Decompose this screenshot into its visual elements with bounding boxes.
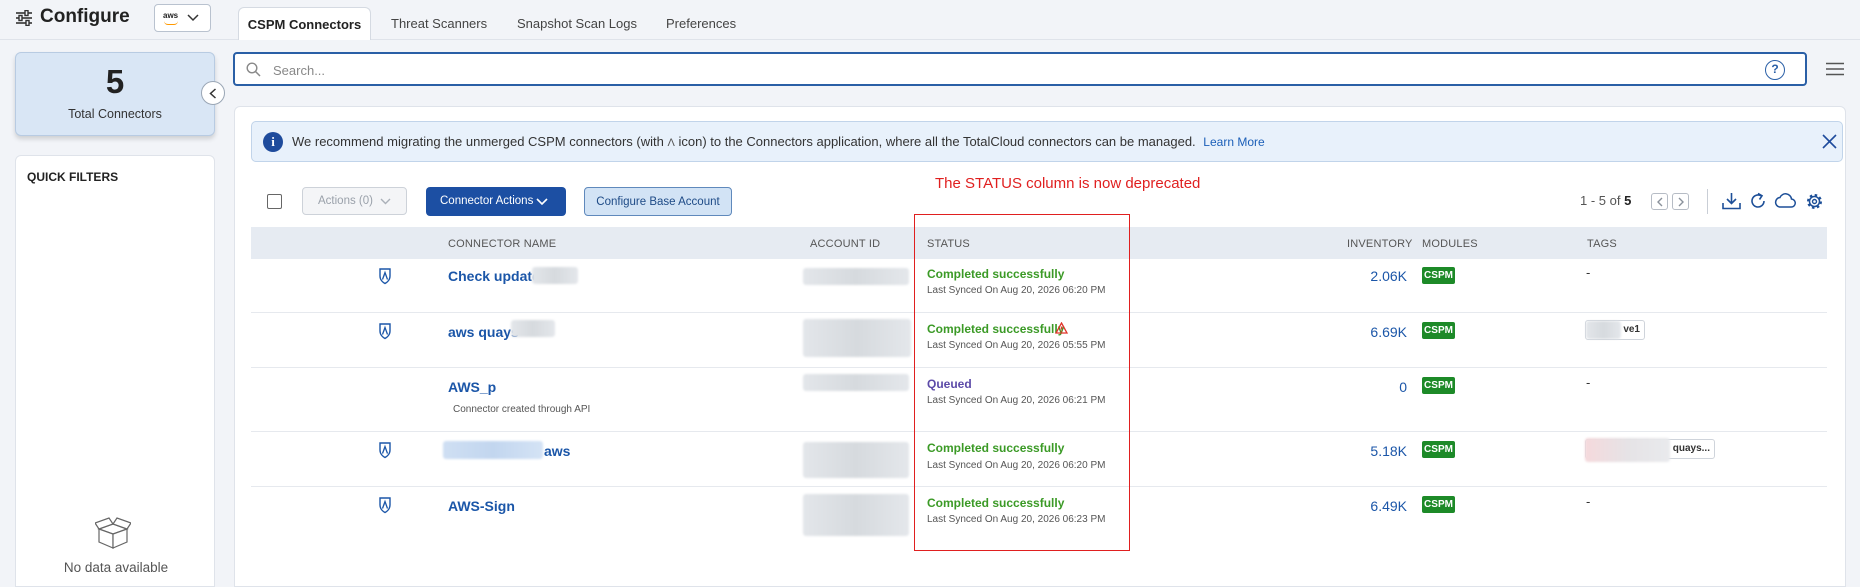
total-connectors-card[interactable]: 5 Total Connectors [15, 52, 215, 136]
column-header-name[interactable]: CONNECTOR NAME [448, 238, 556, 250]
learn-more-link[interactable]: Learn More [1203, 135, 1264, 149]
cloud-provider-select[interactable]: aws [154, 4, 211, 32]
top-bar: Configure aws CSPM Connectors Threat Sca… [0, 0, 1860, 40]
chevron-down-icon [536, 198, 548, 205]
search-bar[interactable]: ? [233, 52, 1807, 86]
redacted-name [443, 441, 543, 459]
actions-button[interactable]: Actions (0) [302, 187, 407, 215]
no-data-message: No data available [63, 560, 169, 575]
deprecation-annotation: The STATUS column is now deprecated [935, 175, 1201, 192]
configure-base-account-button[interactable]: Configure Base Account [584, 187, 732, 216]
column-header-modules[interactable]: MODULES [1422, 238, 1478, 250]
help-icon[interactable]: ? [1765, 60, 1785, 80]
tab-cspm-connectors[interactable]: CSPM Connectors [238, 7, 371, 40]
download-icon[interactable] [1722, 192, 1741, 210]
aws-logo-smile [164, 21, 178, 25]
shield-lambda-icon [379, 442, 391, 459]
next-page-button[interactable] [1672, 193, 1689, 210]
tab-preferences[interactable]: Preferences [666, 7, 736, 40]
redacted-account-id [803, 494, 909, 536]
banner-text-before: We recommend migrating the unmerged CSPM… [292, 134, 664, 149]
module-badge: CSPM [1422, 377, 1455, 394]
module-badge: CSPM [1422, 441, 1455, 458]
inventory-count-link[interactable]: 6.69K [1347, 324, 1407, 340]
aws-logo-icon: aws [163, 11, 179, 20]
tab-snapshot-scan-logs[interactable]: Snapshot Scan Logs [517, 7, 637, 40]
shield-lambda-icon [379, 497, 391, 514]
toolbar-divider [1707, 189, 1708, 214]
chevron-down-icon [380, 198, 391, 205]
connector-name-link[interactable]: AWS-Sign [448, 498, 515, 514]
status-column-highlight [914, 214, 1130, 551]
chevron-left-icon [1657, 197, 1663, 207]
connector-subtitle: Connector created through API [453, 404, 591, 415]
banner-text-after: icon) to the Connectors application, whe… [678, 134, 1196, 149]
pagination-range: 1 - 5 of [1580, 193, 1621, 208]
redacted-account-id [803, 268, 909, 285]
connector-name-link[interactable]: aws [544, 443, 570, 459]
chevron-down-icon [187, 14, 199, 22]
quick-filters-panel: QUICK FILTERS No data available [15, 155, 215, 587]
shield-lambda-icon [379, 268, 391, 285]
hamburger-menu-icon[interactable] [1826, 62, 1844, 76]
lambda-icon: Λ [667, 137, 675, 149]
actions-button-label: Actions (0) [318, 195, 373, 207]
connector-name-link[interactable]: AWS_p [448, 379, 496, 395]
tag-value: - [1586, 375, 1591, 390]
pagination-total: 5 [1624, 193, 1632, 208]
pagination-summary: 1 - 5 of 5 [1580, 193, 1631, 208]
search-icon [246, 62, 261, 77]
connector-name-link[interactable]: aws quays [448, 324, 519, 340]
inventory-count-link[interactable]: 6.49K [1347, 498, 1407, 514]
connector-actions-label: Connector Actions [440, 195, 534, 207]
chevron-left-icon [209, 88, 217, 99]
column-header-account-id[interactable]: ACCOUNT ID [810, 238, 880, 250]
chevron-right-icon [1678, 197, 1684, 207]
redacted-account-id [803, 374, 909, 391]
sliders-icon [16, 10, 32, 26]
banner-message: We recommend migrating the unmerged CSPM… [292, 134, 1265, 149]
total-connectors-label: Total Connectors [68, 107, 162, 121]
redacted-name [511, 320, 555, 337]
inventory-count-link[interactable]: 0 [1347, 379, 1407, 395]
redacted-account-id [803, 442, 909, 478]
shield-lambda-icon [379, 323, 391, 340]
previous-page-button[interactable] [1651, 193, 1668, 210]
refresh-icon[interactable] [1749, 192, 1767, 210]
search-input[interactable] [273, 60, 1673, 80]
module-badge: CSPM [1422, 496, 1455, 513]
redacted-tag [1586, 321, 1621, 339]
tag-value: - [1586, 494, 1591, 509]
tab-threat-scanners[interactable]: Threat Scanners [391, 7, 487, 40]
page-title: Configure [40, 6, 130, 27]
inventory-count-link[interactable]: 2.06K [1347, 268, 1407, 284]
module-badge: CSPM [1422, 322, 1455, 339]
column-header-tags[interactable]: TAGS [1587, 238, 1617, 250]
collapse-sidebar-button[interactable] [201, 81, 225, 105]
total-connectors-count: 5 [105, 63, 125, 100]
module-badge: CSPM [1422, 267, 1455, 284]
tag-value: - [1586, 265, 1591, 280]
gear-icon[interactable] [1805, 192, 1824, 211]
close-icon[interactable] [1822, 134, 1837, 149]
redacted-tag [1585, 438, 1670, 462]
quick-filters-title: QUICK FILTERS [27, 170, 119, 184]
inventory-count-link[interactable]: 5.18K [1347, 443, 1407, 459]
redacted-account-id [803, 319, 911, 357]
column-header-inventory[interactable]: INVENTORY [1347, 238, 1413, 250]
cloud-icon[interactable] [1774, 192, 1796, 209]
empty-box-icon [95, 517, 131, 549]
select-all-checkbox[interactable] [267, 194, 282, 209]
redacted-name [532, 267, 578, 284]
migration-banner: i We recommend migrating the unmerged CS… [251, 121, 1843, 162]
info-icon: i [263, 132, 283, 152]
connector-actions-button[interactable]: Connector Actions [426, 187, 566, 216]
connector-name-link[interactable]: Check update [448, 268, 540, 284]
